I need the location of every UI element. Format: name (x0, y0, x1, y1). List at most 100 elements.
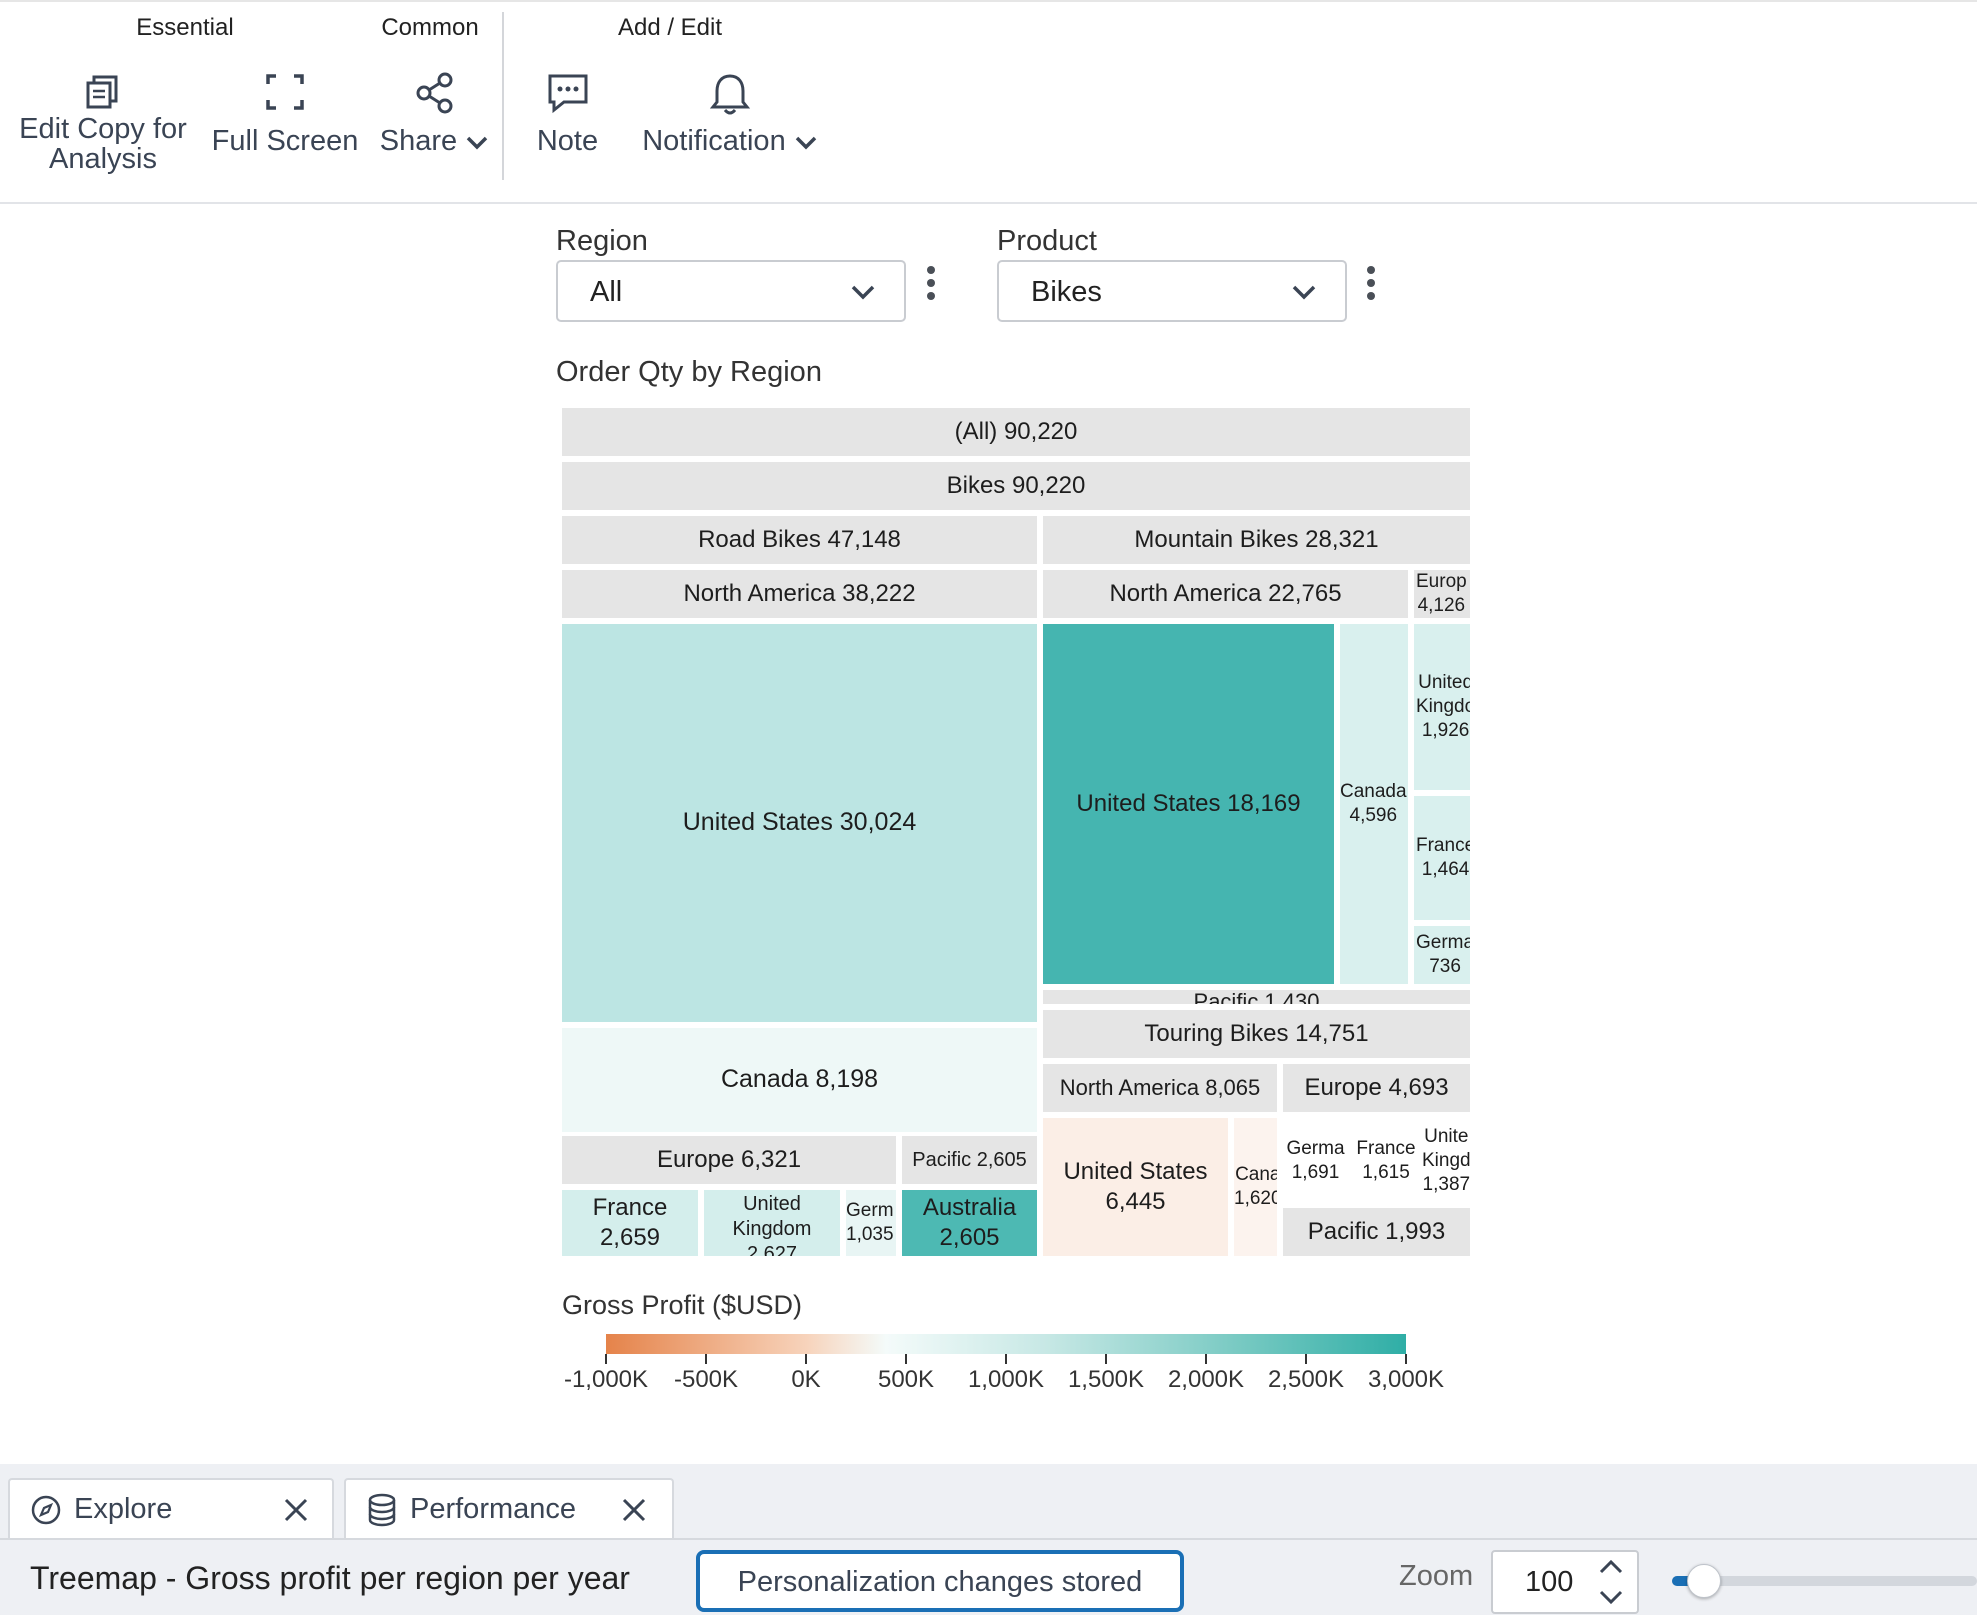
tab-explore[interactable]: Explore (8, 1478, 334, 1538)
tab-explore-label: Explore (74, 1493, 173, 1525)
legend-tick-label: 500K (877, 1366, 935, 1393)
legend-tick (1205, 1354, 1207, 1364)
treemap-cell-road-australia[interactable]: Australia 2,605 (902, 1190, 1037, 1256)
legend-tick (1105, 1354, 1107, 1364)
chart-title: Order Qty by Region (556, 356, 822, 388)
treemap-cell-mountain-europe[interactable]: Europ 4,126 (1414, 570, 1470, 618)
full-screen-button[interactable]: Full Screen (205, 72, 365, 156)
notification-button[interactable]: Notification (630, 72, 830, 156)
treemap-cell-touring-europe[interactable]: Europe 4,693 (1283, 1064, 1470, 1112)
group-label-common: Common (381, 14, 479, 41)
legend-tick (705, 1354, 707, 1364)
full-screen-label: Full Screen (211, 125, 359, 157)
treemap-cell-mountain-pacific[interactable]: Pacific 1,430 (1043, 990, 1470, 1004)
legend-tick (1005, 1354, 1007, 1364)
zoom-value: 100 (1525, 1566, 1574, 1598)
treemap-cell-mountain-canada[interactable]: Canada 4,596 (1340, 624, 1408, 984)
status-message: Personalization changes stored (737, 1566, 1143, 1598)
tab-performance[interactable]: Performance (344, 1478, 674, 1538)
treemap-cell-road-pacific[interactable]: Pacific 2,605 (902, 1136, 1037, 1184)
treemap-cell-road-europe[interactable]: Europe 6,321 (562, 1136, 896, 1184)
product-more-icon[interactable] (1366, 266, 1376, 305)
close-icon[interactable] (620, 1496, 648, 1524)
treemap-cell-road-canada[interactable]: Canada 8,198 (562, 1028, 1037, 1132)
edit-copy-label-2: Analysis (49, 143, 157, 175)
status-bar: Treemap - Gross profit per region per ye… (0, 1538, 1977, 1615)
legend-color-bar (606, 1334, 1406, 1354)
region-select[interactable]: All (556, 260, 906, 322)
fullscreen-icon (266, 74, 304, 110)
treemap-cell-road-germany[interactable]: Germ 1,035 (846, 1190, 896, 1256)
treemap-cell-mountain-north-america[interactable]: North America 22,765 (1043, 570, 1408, 618)
legend-tick-label: 1,000K (967, 1366, 1045, 1393)
status-message-box: Personalization changes stored (696, 1550, 1184, 1612)
zoom-slider[interactable] (1672, 1564, 1977, 1598)
zoom-input[interactable]: 100 (1491, 1550, 1639, 1614)
share-button[interactable]: Share (372, 72, 497, 156)
note-icon (548, 74, 587, 114)
group-label-essential: Essential (136, 14, 234, 41)
treemap-cell-touring-france[interactable]: France 1,615 (1354, 1118, 1418, 1204)
product-select[interactable]: Bikes (997, 260, 1347, 322)
edit-copy-label-1: Edit Copy for (19, 113, 187, 145)
legend-tick-label: 3,000K (1367, 1366, 1445, 1393)
share-icon (416, 72, 452, 114)
note-button[interactable]: Note (525, 72, 610, 156)
tab-performance-label: Performance (410, 1493, 577, 1525)
treemap-cell-touring-bikes[interactable]: Touring Bikes 14,751 (1043, 1010, 1470, 1058)
edit-copy-for-analysis-button[interactable]: Edit Copy for Analysis (8, 72, 198, 174)
close-icon[interactable] (282, 1496, 310, 1524)
legend-tick-label: 2,500K (1267, 1366, 1345, 1393)
legend-title: Gross Profit ($USD) (562, 1290, 803, 1320)
legend-tick-label: -1,000K (563, 1366, 649, 1393)
product-filter-label: Product (997, 225, 1097, 257)
treemap-cell-touring-north-america[interactable]: North America 8,065 (1043, 1064, 1277, 1112)
legend-tick (1405, 1354, 1407, 1364)
treemap-cell-mountain-united-kingdom[interactable]: United Kingdo 1,926 (1414, 624, 1470, 790)
database-icon (368, 1493, 396, 1527)
legend-tick-label: 1,500K (1067, 1366, 1145, 1393)
bell-icon (709, 74, 751, 115)
treemap-cell-road-france[interactable]: France 2,659 (562, 1190, 698, 1256)
legend-tick-label: 2,000K (1167, 1366, 1245, 1393)
treemap-cell-touring-pacific[interactable]: Pacific 1,993 (1283, 1208, 1470, 1256)
status-title: Treemap - Gross profit per region per ye… (30, 1560, 630, 1596)
treemap-cell-touring-canada[interactable]: Cana 1,620 (1234, 1118, 1277, 1256)
legend-tick (605, 1354, 607, 1364)
region-select-value: All (590, 276, 623, 308)
treemap-cell-road-bikes[interactable]: Road Bikes 47,148 (562, 516, 1037, 564)
treemap-cell-touring-united-kingdom[interactable]: Unite Kingd 1,387 (1422, 1118, 1470, 1204)
treemap-cell-mountain-france[interactable]: France 1,464 (1414, 796, 1470, 920)
chevron-up-icon[interactable] (1597, 1556, 1625, 1578)
treemap-cell-road-united-states[interactable]: United States 30,024 (562, 624, 1037, 1022)
treemap-cell-mountain-germany[interactable]: Germa 736 (1414, 926, 1470, 984)
region-filter-label: Region (556, 225, 648, 257)
treemap-cell-road-united-kingdom[interactable]: United Kingdom 2,627 (704, 1190, 840, 1256)
legend-tick-label: -500K (673, 1366, 739, 1393)
compass-icon (31, 1495, 61, 1525)
legend-tick (805, 1354, 807, 1364)
legend-tick (1305, 1354, 1307, 1364)
chevron-down-icon (851, 285, 875, 300)
treemap-cell-touring-germany[interactable]: Germa 1,691 (1283, 1118, 1348, 1204)
zoom-label: Zoom (1399, 1560, 1474, 1592)
treemap-cell-all[interactable]: (All) 90,220 (562, 408, 1470, 456)
treemap-cell-mountain-united-states[interactable]: United States 18,169 (1043, 624, 1334, 984)
group-label-add-edit: Add / Edit (617, 14, 723, 41)
treemap-cell-touring-united-states[interactable]: United States 6,445 (1043, 1118, 1228, 1256)
toolbar-separator (502, 12, 504, 180)
legend-axis: -1,000K -500K 0K 500K 1,000K 1,500K 2,000K 2,50… (564, 1354, 1444, 1404)
share-label: Share (379, 125, 458, 157)
zoom-slider-thumb[interactable] (1687, 1564, 1722, 1598)
region-more-icon[interactable] (926, 266, 936, 305)
chevron-down-icon (1292, 285, 1316, 300)
toolbar: Essential Common Add / Edit Edit Copy fo… (0, 0, 1977, 204)
chevron-down-icon[interactable] (1597, 1586, 1625, 1608)
treemap-cell-bikes[interactable]: Bikes 90,220 (562, 462, 1470, 510)
note-label: Note (536, 125, 599, 157)
tab-bar: Explore Performance (0, 1464, 1977, 1538)
treemap-cell-mountain-bikes[interactable]: Mountain Bikes 28,321 (1043, 516, 1470, 564)
notification-label: Notification (642, 125, 786, 157)
treemap-cell-road-north-america[interactable]: North America 38,222 (562, 570, 1037, 618)
legend-tick-label: 0K (791, 1366, 821, 1393)
